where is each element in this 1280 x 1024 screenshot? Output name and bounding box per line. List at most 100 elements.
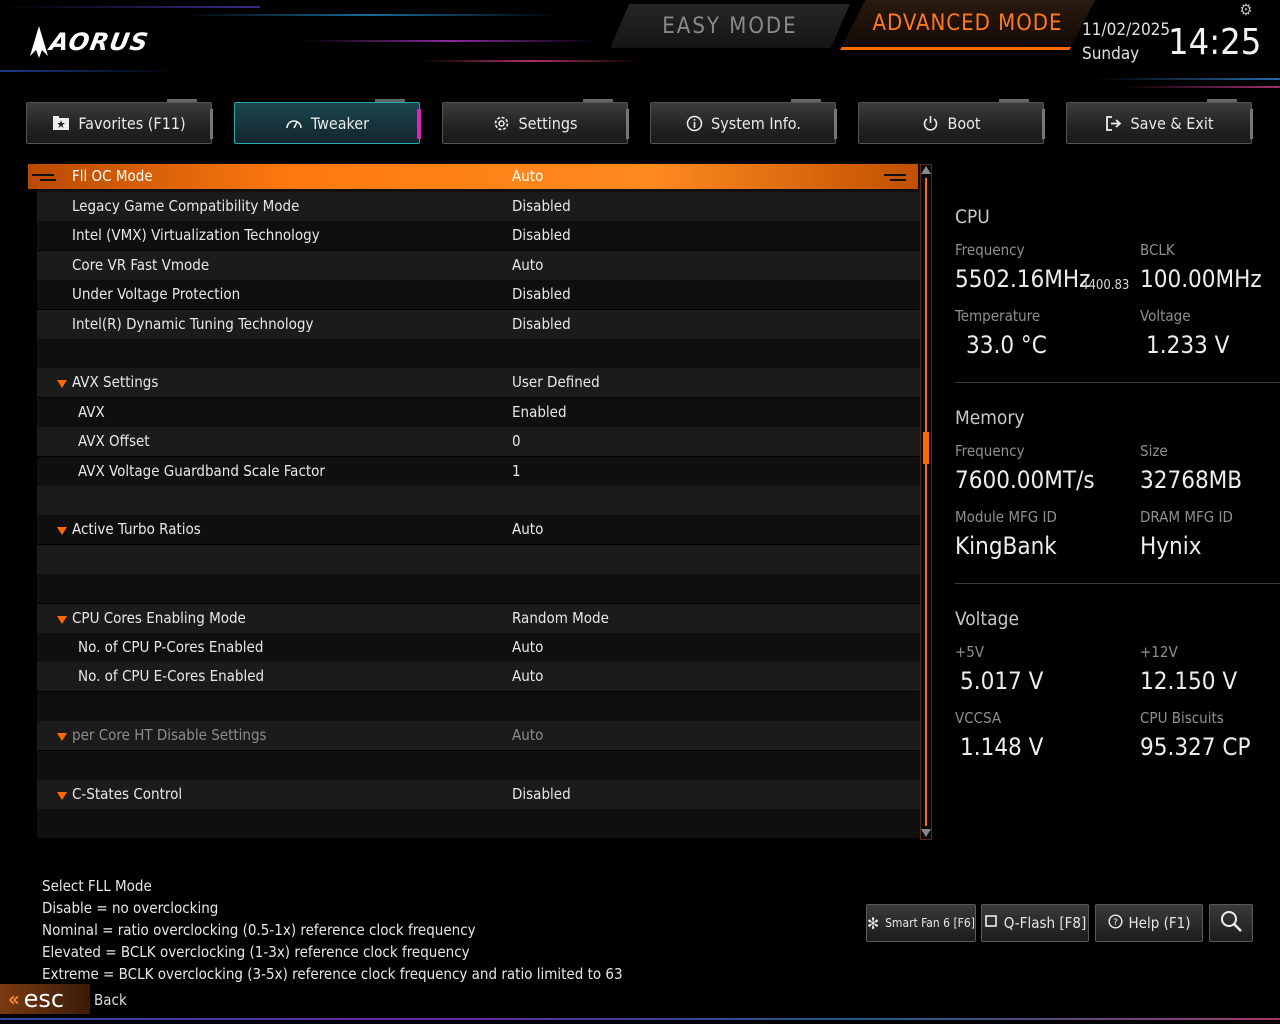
svg-text:?: ?: [1113, 918, 1118, 928]
tab-tweaker[interactable]: Tweaker: [234, 99, 421, 144]
setting-value[interactable]: Auto: [512, 638, 543, 656]
header-streak: [300, 40, 600, 42]
setting-value[interactable]: Enabled: [512, 403, 567, 421]
setting-row[interactable]: AVX Settings User Defined: [37, 368, 921, 397]
setting-label: AVX Settings: [72, 373, 159, 391]
highlight-marker: [40, 179, 56, 181]
tab-label: Settings: [518, 113, 578, 133]
expand-triangle-icon[interactable]: [57, 733, 67, 741]
footer-streak: [0, 1018, 1280, 1020]
setting-row[interactable]: No. of CPU P-Cores Enabled Auto: [37, 633, 921, 662]
setting-value[interactable]: Disabled: [512, 285, 571, 303]
help-line: Disable = no overclocking: [42, 899, 219, 917]
expand-triangle-icon[interactable]: [57, 380, 67, 388]
highlight-marker: [890, 179, 906, 181]
expand-triangle-icon[interactable]: [57, 527, 67, 535]
smart-fan-label: Smart Fan 6 [F6]: [885, 916, 975, 930]
setting-row[interactable]: AVX Voltage Guardband Scale Factor 1: [37, 457, 921, 486]
easy-mode-button[interactable]: EASY MODE: [610, 4, 850, 48]
setting-label: Core VR Fast Vmode: [72, 256, 210, 274]
header-streak: [0, 6, 260, 8]
setting-row[interactable]: C-States Control Disabled: [37, 780, 921, 809]
logo-text: AORUS: [47, 28, 151, 56]
setting-value[interactable]: 0: [512, 432, 521, 450]
setting-value[interactable]: Disabled: [512, 197, 571, 215]
header-streak: [1120, 86, 1280, 88]
setting-row[interactable]: AVX Enabled: [37, 398, 921, 427]
settings-list: Legacy Game Compatibility Mode Disabled In…: [37, 163, 921, 839]
tab-label: System Info.: [711, 113, 801, 133]
setting-row[interactable]: No. of CPU E-Cores Enabled Auto: [37, 662, 921, 691]
setting-row[interactable]: Core VR Fast Vmode Auto: [37, 251, 921, 280]
tab-system-info[interactable]: System Info.: [650, 99, 837, 144]
header-streak: [1095, 78, 1280, 80]
setting-value[interactable]: Disabled: [512, 315, 571, 333]
header: AORUS EASY MODE ADVANCED MODE 11/02/2025…: [0, 0, 1280, 92]
setting-value[interactable]: 1: [512, 462, 521, 480]
cpu-voltage-value: 1.233 V: [1146, 331, 1230, 359]
memory-section-title: Memory: [955, 407, 1025, 429]
monitor-divider: [955, 382, 1280, 383]
expand-triangle-icon[interactable]: [57, 792, 67, 800]
setting-row[interactable]: Legacy Game Compatibility Mode Disabled: [37, 192, 921, 221]
cpu-section-title: CPU: [955, 206, 990, 228]
power-icon: [921, 114, 939, 132]
cpu-frequency-sub: 4400.83: [1081, 278, 1130, 293]
setting-value[interactable]: User Defined: [512, 373, 600, 391]
setting-label: per Core HT Disable Settings: [72, 726, 267, 744]
setting-value[interactable]: Auto: [512, 520, 543, 538]
tab-favorites[interactable]: Favorites (F11): [26, 99, 213, 144]
smart-fan-button[interactable]: ✻ Smart Fan 6 [F6]: [866, 904, 976, 942]
setting-row[interactable]: CPU Cores Enabling Mode Random Mode: [37, 604, 921, 633]
v12-value: 12.150 V: [1140, 667, 1238, 695]
memory-size-label: Size: [1140, 442, 1168, 460]
scrollbar-thumb[interactable]: [923, 432, 929, 464]
setting-row[interactable]: AVX Offset 0: [37, 427, 921, 456]
esc-key-label: esc: [23, 985, 65, 1013]
qflash-button[interactable]: Q-Flash [F8]: [981, 904, 1089, 942]
setting-row[interactable]: Intel (VMX) Virtualization Technology Dis…: [37, 221, 921, 250]
setting-value[interactable]: Auto: [512, 167, 543, 185]
monitor-divider: [955, 583, 1280, 584]
search-button[interactable]: [1209, 904, 1253, 942]
setting-label: No. of CPU E-Cores Enabled: [78, 667, 265, 685]
info-icon: [685, 114, 703, 132]
tab-save-exit[interactable]: Save & Exit: [1066, 99, 1253, 144]
setting-row-spacer: [37, 486, 921, 515]
setting-value[interactable]: Disabled: [512, 226, 571, 244]
v5-label: +5V: [955, 643, 985, 661]
expand-triangle-icon[interactable]: [57, 616, 67, 624]
help-line: Extreme = BCLK overclocking (3-5x) refer…: [42, 965, 623, 983]
setting-row-spacer: [37, 692, 921, 721]
setting-value[interactable]: Disabled: [512, 785, 571, 803]
header-streak: [0, 70, 180, 72]
setting-value: Auto: [512, 726, 544, 744]
aorus-eagle-icon: [30, 26, 48, 58]
gear-icon[interactable]: ⚙: [1236, 0, 1256, 20]
bclk-value: 100.00MHz: [1140, 265, 1262, 293]
v5-value: 5.017 V: [960, 667, 1044, 695]
setting-row[interactable]: per Core HT Disable Settings Auto: [37, 721, 921, 750]
vccsa-label: VCCSA: [955, 709, 1002, 727]
setting-row[interactable]: Intel(R) Dynamic Tuning Technology Disabl…: [37, 310, 921, 339]
memory-size-value: 32768MB: [1140, 466, 1243, 494]
setting-value[interactable]: Random Mode: [512, 609, 609, 627]
setting-label: Active Turbo Ratios: [72, 520, 201, 538]
memory-frequency-label: Frequency: [955, 442, 1025, 460]
aorus-logo: AORUS: [30, 26, 151, 58]
setting-row[interactable]: Under Voltage Protection Disabled: [37, 280, 921, 309]
cpu-frequency-value: 5502.16MHz: [955, 265, 1091, 293]
setting-row-spacer: [37, 809, 921, 838]
star-folder-icon: [52, 114, 70, 132]
setting-value[interactable]: Auto: [512, 256, 543, 274]
esc-button[interactable]: « esc: [0, 984, 90, 1014]
advanced-mode-button[interactable]: ADVANCED MODE: [840, 0, 1095, 50]
tab-boot[interactable]: Boot: [858, 99, 1045, 144]
setting-row[interactable]: Active Turbo Ratios Auto: [37, 515, 921, 544]
chip-icon: [984, 914, 998, 932]
cpu-biscuits-value: 95.327 CP: [1140, 733, 1251, 761]
selected-setting-row[interactable]: Fll OC Mode Auto: [28, 164, 918, 189]
setting-value[interactable]: Auto: [512, 667, 543, 685]
help-button[interactable]: ? Help (F1): [1095, 904, 1203, 942]
tab-settings[interactable]: Settings: [442, 99, 629, 144]
